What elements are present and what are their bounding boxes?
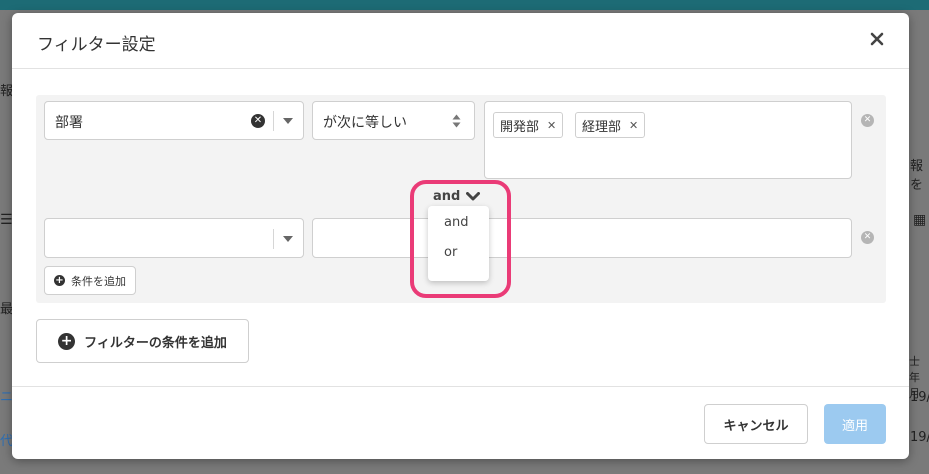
- tag-label: 経理部: [582, 119, 622, 135]
- app-top-bar: [0, 0, 929, 10]
- add-condition-label: 条件を追加: [71, 274, 126, 288]
- footer-divider: [12, 386, 909, 387]
- background-text: 報を: [910, 159, 924, 193]
- close-icon: [870, 32, 884, 46]
- plus-icon: +: [54, 275, 65, 286]
- plus-icon: +: [58, 332, 76, 350]
- value-tag: 開発部 ✕: [493, 112, 564, 138]
- modal-title: フィルター設定: [37, 35, 156, 55]
- remove-condition-icon[interactable]: ✕: [861, 114, 874, 127]
- value-tag: 経理部 ✕: [575, 112, 646, 138]
- add-filter-condition-button[interactable]: + フィルターの条件を追加: [36, 319, 249, 363]
- divider: [273, 111, 274, 131]
- add-condition-button[interactable]: + 条件を追加: [44, 266, 136, 295]
- close-button[interactable]: [865, 27, 889, 51]
- background-text: 19/: [910, 390, 929, 405]
- highlight-annotation: [410, 180, 511, 298]
- add-filter-condition-label: フィルターの条件を追加: [84, 335, 227, 351]
- calendar-icon: ▦: [913, 212, 927, 228]
- divider: [273, 229, 274, 249]
- field-select-2[interactable]: [44, 218, 304, 258]
- operator-select-1[interactable]: が次に等しい: [312, 101, 475, 140]
- remove-tag-icon[interactable]: ✕: [629, 119, 638, 132]
- chevron-down-icon[interactable]: [283, 118, 293, 124]
- field-select-1[interactable]: 部署 ✕: [44, 101, 304, 140]
- remove-tag-icon[interactable]: ✕: [547, 119, 556, 132]
- clear-icon[interactable]: ✕: [251, 114, 265, 128]
- operator-select-2[interactable]: [312, 218, 852, 258]
- operator-select-value: が次に等しい: [323, 115, 407, 131]
- apply-button[interactable]: 適用: [824, 404, 886, 444]
- header-divider: [12, 68, 909, 69]
- value-multiselect-1[interactable]: 開発部 ✕ 経理部 ✕: [484, 101, 852, 179]
- list-icon: ☰: [0, 212, 13, 228]
- remove-condition-icon[interactable]: ✕: [861, 231, 874, 244]
- background-text: 19/: [910, 430, 929, 445]
- filter-settings-modal: フィルター設定 部署 ✕ が次に等しい 開発部 ✕ 経理部 ✕ ✕ ✕ + 条件…: [12, 13, 909, 459]
- chevron-down-icon[interactable]: [283, 236, 293, 242]
- cancel-button[interactable]: キャンセル: [704, 404, 808, 444]
- field-select-value: 部署: [55, 115, 83, 131]
- sort-arrows-icon: [452, 114, 461, 128]
- tag-label: 開発部: [500, 119, 540, 135]
